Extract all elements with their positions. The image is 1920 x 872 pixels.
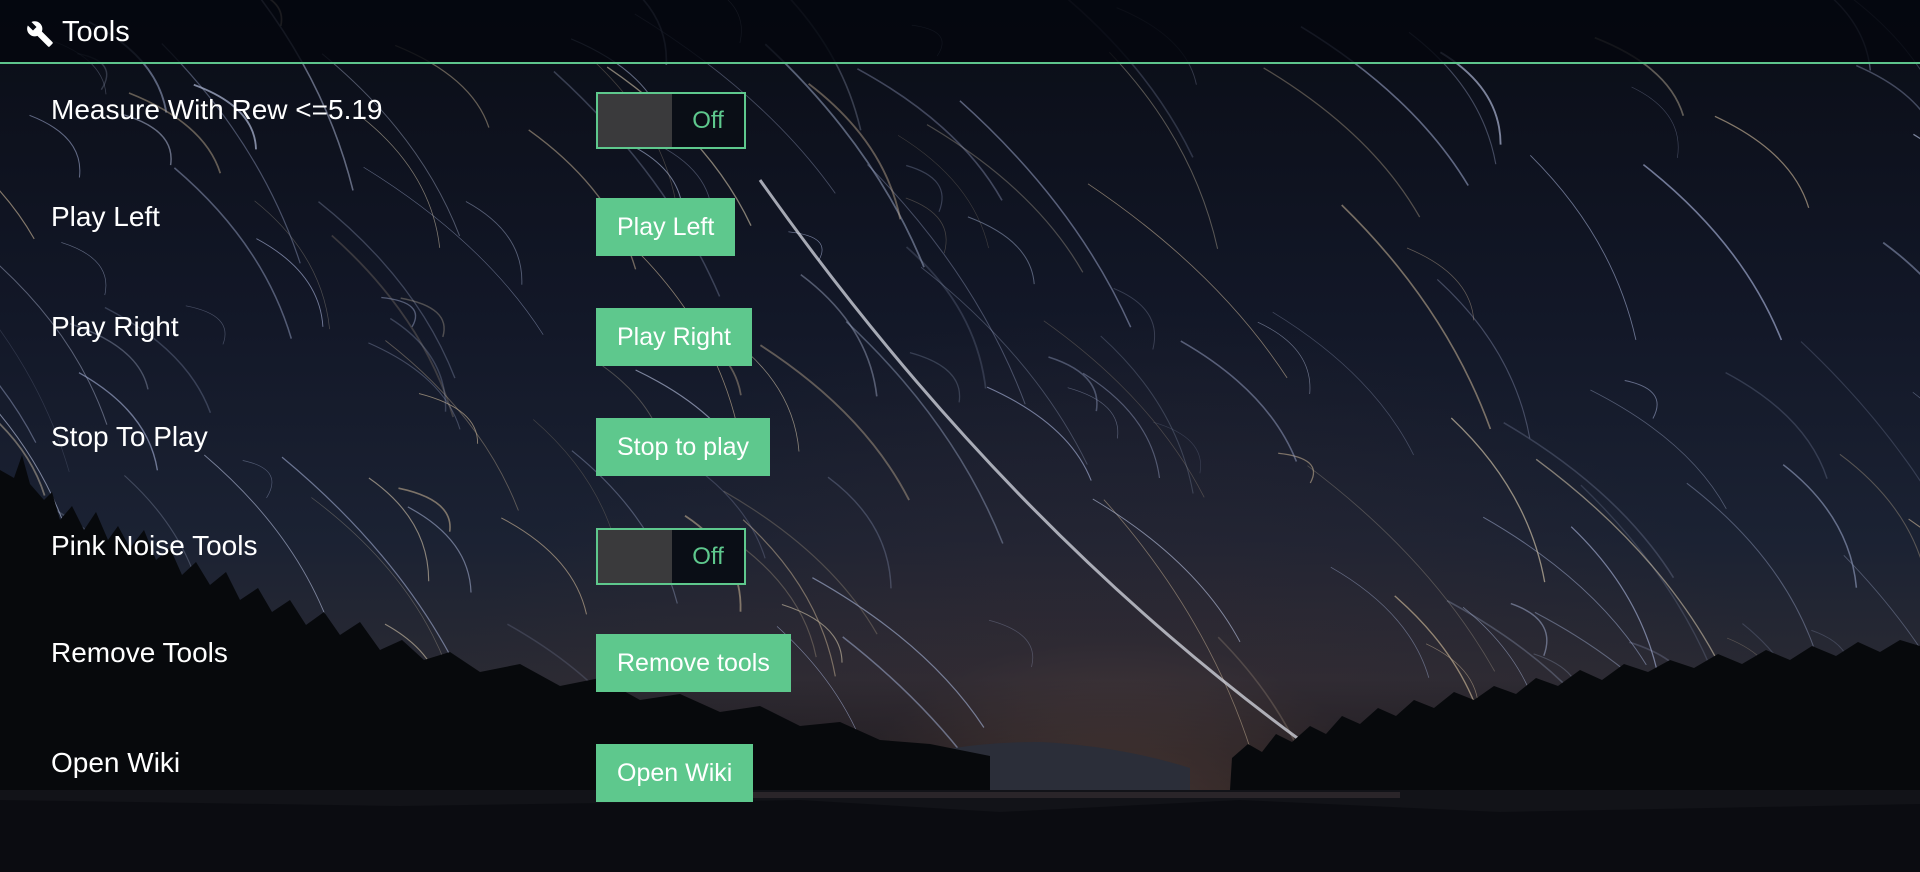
- measure-rew-toggle[interactable]: Off: [596, 92, 746, 149]
- pink-noise-row: Pink Noise Tools Off: [0, 528, 1920, 588]
- open-wiki-row: Open Wiki Open Wiki: [0, 744, 1920, 804]
- play-right-row: Play Right Play Right: [0, 308, 1920, 368]
- header-title: Tools: [62, 16, 130, 48]
- toggle-state-text: Off: [692, 543, 724, 570]
- remove-tools-button[interactable]: Remove tools: [596, 634, 791, 692]
- left-treeline: [0, 455, 990, 792]
- open-wiki-label: Open Wiki: [51, 747, 181, 778]
- play-right-button[interactable]: Play Right: [596, 308, 752, 366]
- wrench-icon: [27, 21, 53, 47]
- open-wiki-button[interactable]: Open Wiki: [596, 744, 754, 802]
- star-trail: [1624, 380, 1658, 419]
- stop-to-play-label: Stop To Play: [51, 421, 208, 452]
- toggle-knob: [598, 530, 672, 583]
- pink-noise-label: Pink Noise Tools: [51, 530, 258, 561]
- play-right-label: Play Right: [51, 311, 179, 342]
- toggle-knob: [598, 94, 672, 147]
- measure-rew-label: Measure With Rew <=5.19: [51, 94, 383, 125]
- remove-tools-row: Remove Tools Remove tools: [0, 634, 1920, 694]
- pink-noise-toggle[interactable]: Off: [596, 528, 746, 585]
- stop-to-play-button[interactable]: Stop to play: [596, 418, 771, 476]
- play-left-button[interactable]: Play Left: [596, 198, 736, 256]
- play-left-label: Play Left: [51, 201, 160, 232]
- tools-panel: Tools Measure With Rew <=5.19 Off Play L…: [0, 0, 1920, 872]
- toggle-state-text: Off: [692, 107, 724, 134]
- play-left-row: Play Left Play Left: [0, 198, 1920, 258]
- measure-rew-row: Measure With Rew <=5.19 Off: [0, 92, 1920, 152]
- water-reflection: [0, 800, 1920, 872]
- remove-tools-label: Remove Tools: [51, 637, 228, 668]
- star-trail: [398, 487, 451, 532]
- tools-header: Tools: [0, 0, 1920, 64]
- stop-to-play-row: Stop To Play Stop to play: [0, 418, 1920, 478]
